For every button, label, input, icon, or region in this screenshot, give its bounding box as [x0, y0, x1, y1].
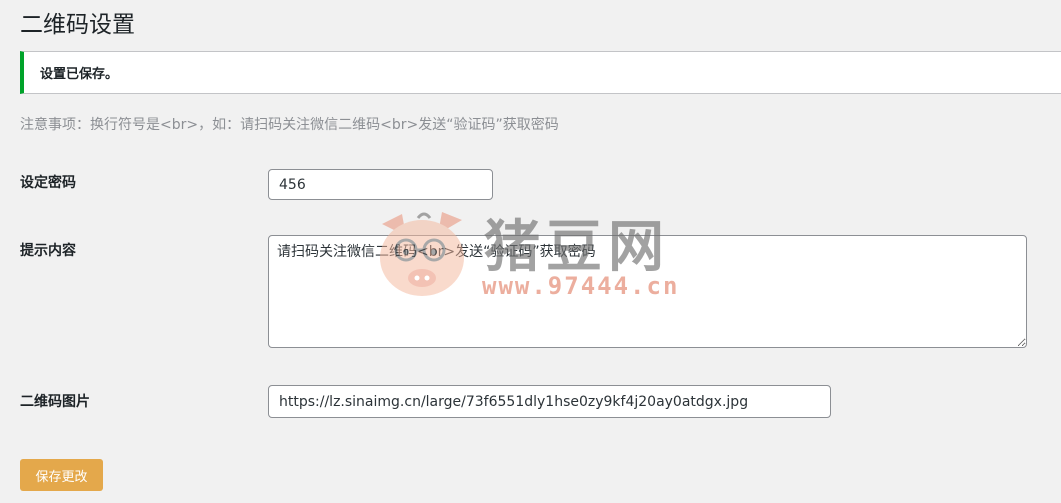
- tip-content-label: 提示内容: [20, 243, 76, 259]
- password-label: 设定密码: [20, 175, 76, 191]
- password-input[interactable]: [268, 169, 493, 200]
- success-notice: 设置已保存。: [20, 51, 1061, 94]
- save-changes-button[interactable]: 保存更改: [20, 459, 103, 491]
- page-title: 二维码设置: [20, 12, 135, 38]
- qr-image-url-input[interactable]: [268, 385, 831, 418]
- tip-content-textarea[interactable]: 请扫码关注微信二维码<br>发送“验证码”获取密码: [268, 235, 1027, 348]
- notice-text: 设置已保存。: [40, 67, 119, 82]
- hint-text: 注意事项：换行符号是<br>，如：请扫码关注微信二维码<br>发送“验证码”获取…: [20, 117, 559, 133]
- qr-image-label: 二维码图片: [20, 394, 90, 410]
